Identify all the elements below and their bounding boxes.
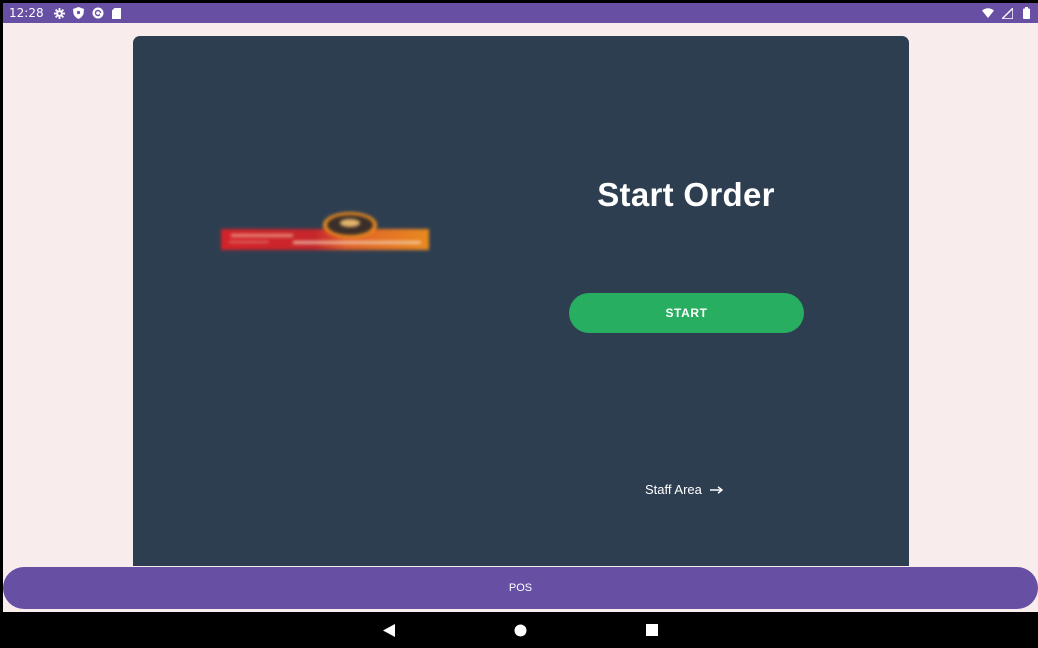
sd-card-icon (111, 7, 123, 19)
status-time: 12:28 (9, 6, 44, 20)
wifi-icon (982, 7, 994, 19)
device-screen: 12:28 Start Order START Staff Area POS (3, 3, 1038, 648)
start-order-card: Start Order START Staff Area (133, 36, 909, 566)
staff-area-link[interactable]: Staff Area (645, 482, 724, 497)
staff-area-label: Staff Area (645, 482, 702, 497)
shield-icon (73, 7, 85, 19)
status-left: 12:28 (9, 6, 123, 20)
start-button[interactable]: START (569, 293, 804, 333)
settings-icon (54, 7, 66, 19)
home-icon[interactable] (511, 621, 529, 639)
status-right (982, 7, 1032, 19)
status-bar: 12:28 (3, 3, 1038, 23)
signal-icon (1001, 7, 1013, 19)
back-icon[interactable] (380, 621, 398, 639)
battery-icon (1020, 7, 1032, 19)
at-sign-icon (92, 7, 104, 19)
arrow-right-icon (709, 482, 724, 497)
page-title: Start Order (597, 176, 775, 213)
restaurant-logo (221, 206, 429, 252)
app-content: Start Order START Staff Area (3, 23, 1038, 566)
pos-button[interactable]: POS (3, 567, 1038, 609)
navigation-bar (3, 612, 1038, 648)
recents-icon[interactable] (643, 621, 661, 639)
